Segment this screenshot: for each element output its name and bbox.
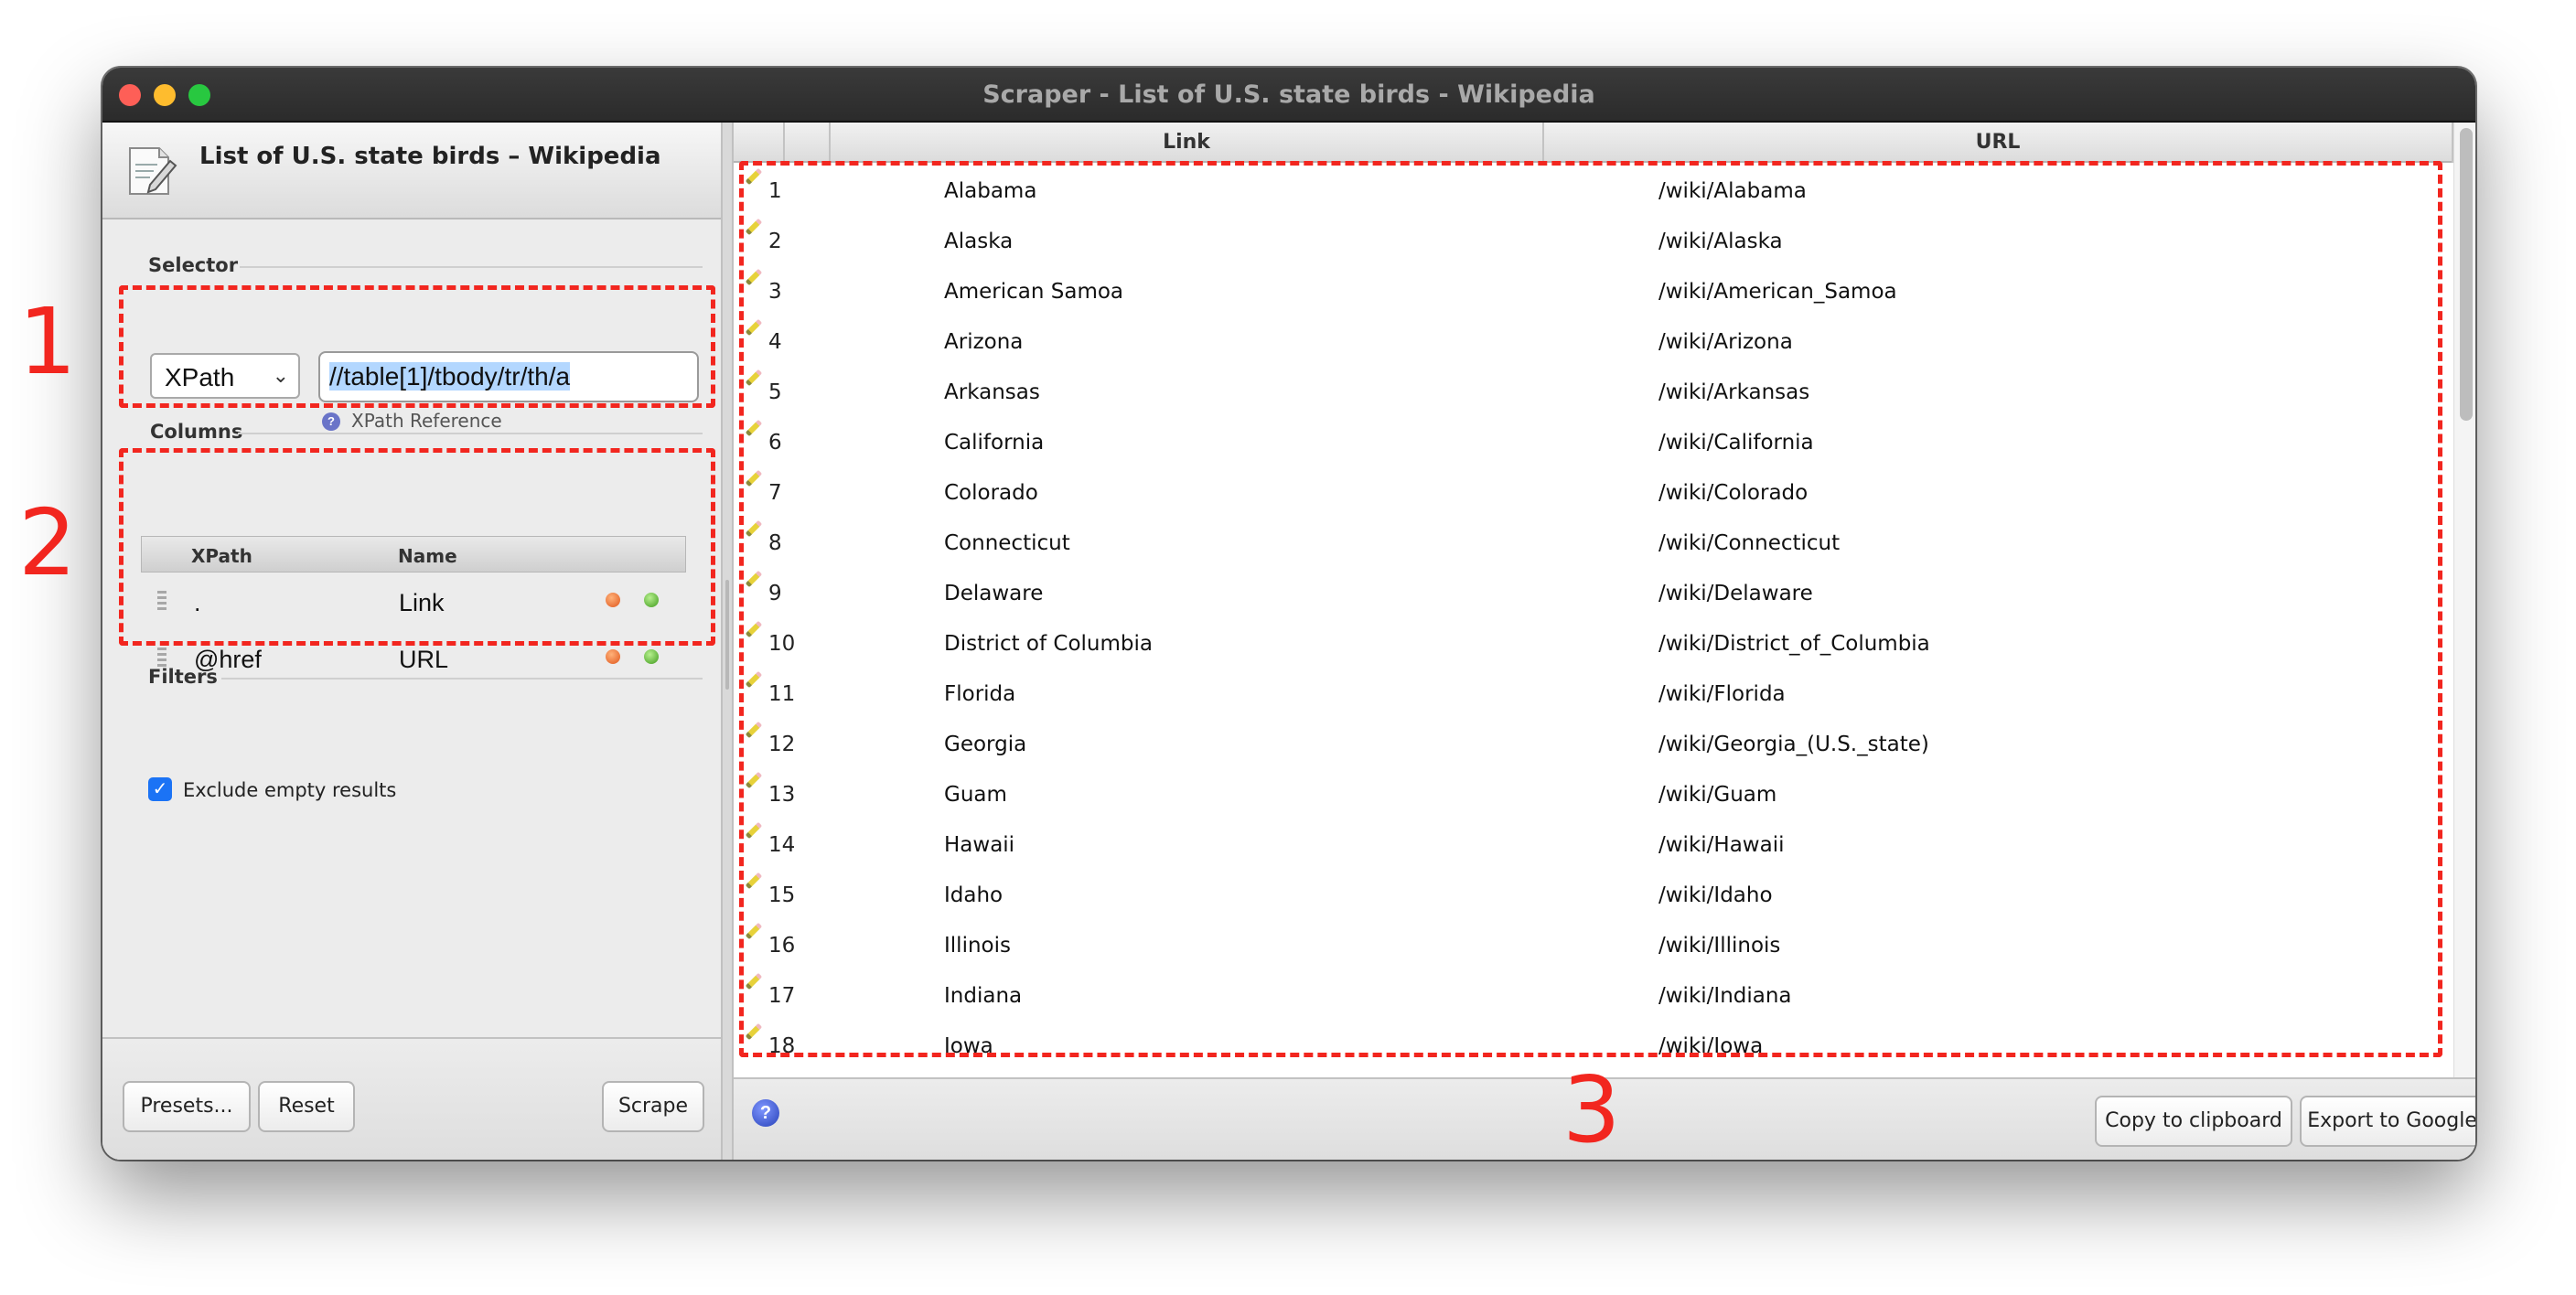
filters-section-label: Filters [148,666,218,688]
presets-button[interactable]: Presets... [123,1081,251,1132]
divider [238,433,703,434]
export-google-docs-button[interactable]: Export to Google Docs... [2300,1096,2475,1147]
exclude-empty-checkbox[interactable]: ✓ [148,777,172,801]
scrollbar-thumb[interactable] [2460,128,2473,421]
scrape-button[interactable]: Scrape [602,1081,704,1132]
divider [221,678,703,680]
annotation-box-3 [739,161,2442,1057]
window-title: Scraper - List of U.S. state birds - Wik… [982,80,1595,109]
column-header-link[interactable]: Link [831,123,1544,163]
help-icon[interactable]: ? [322,412,340,431]
splitter-grip[interactable] [725,580,729,690]
icon-column-header [734,123,785,163]
copy-to-clipboard-button[interactable]: Copy to clipboard [2095,1096,2292,1147]
left-toolbar: Presets... Reset Scrape [102,1037,721,1160]
annotation-number-2: 2 [18,489,77,596]
reset-button[interactable]: Reset [258,1081,355,1132]
document-edit-icon [129,147,177,195]
add-column-icon[interactable] [644,649,659,664]
annotation-number-1: 1 [18,288,77,395]
annotation-number-3: 3 [1562,1056,1621,1163]
exclude-empty-label: Exclude empty results [183,779,397,801]
page-title: List of U.S. state birds – Wikipedia [199,143,661,170]
columns-section-label: Columns [150,421,243,443]
divider [240,266,703,268]
remove-column-icon[interactable] [606,649,620,664]
title-bar: Scraper - List of U.S. state birds - Wik… [102,68,2475,123]
column-name[interactable]: URL [399,646,448,674]
results-table-header: Link URL [734,123,2453,163]
xpath-reference-link[interactable]: XPath Reference [351,410,502,432]
column-header-url[interactable]: URL [1544,123,2453,163]
annotation-box-2 [119,448,715,646]
page-header: List of U.S. state birds – Wikipedia [102,123,721,219]
split-view-divider[interactable] [721,123,734,1160]
annotation-box-1 [119,285,715,408]
vertical-scrollbar[interactable] [2453,123,2475,1077]
index-column-header [785,123,831,163]
help-icon[interactable]: ? [752,1099,779,1127]
selector-section-label: Selector [148,254,239,276]
